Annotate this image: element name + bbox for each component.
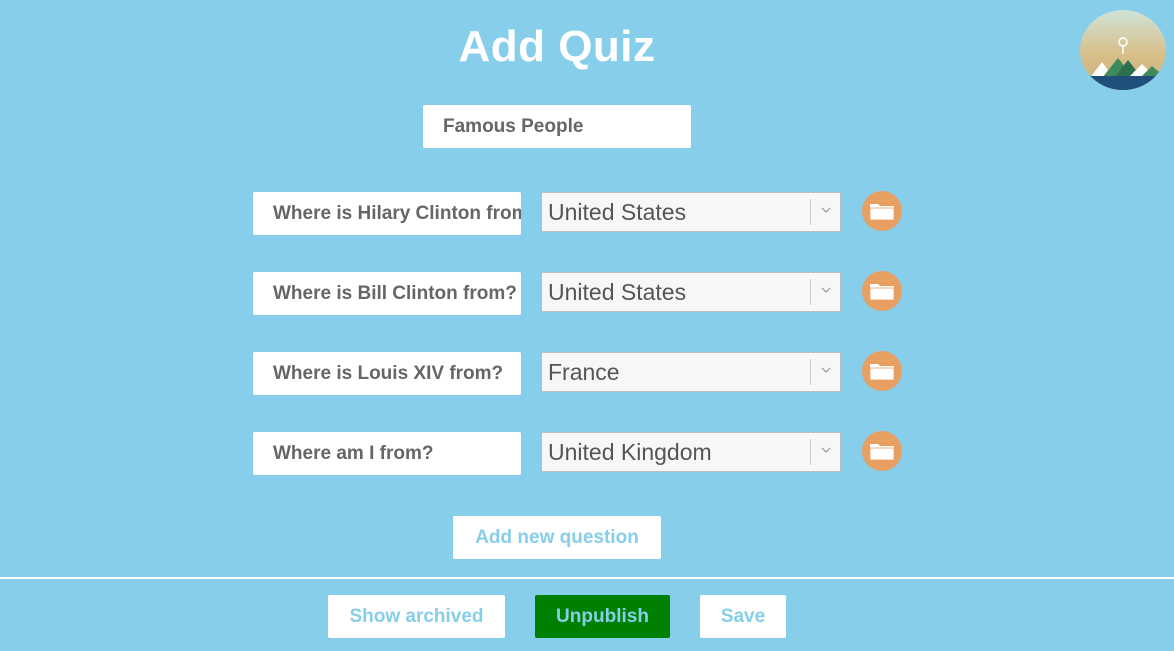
- select-separator: [810, 359, 811, 385]
- question-input[interactable]: Where am I from?: [253, 432, 521, 475]
- quiz-name-input[interactable]: Famous People: [423, 105, 691, 148]
- answer-select[interactable]: United States: [541, 272, 841, 312]
- select-separator: [810, 199, 811, 225]
- answer-select[interactable]: United Kingdom: [541, 432, 841, 472]
- answer-select-value: United States: [548, 199, 687, 225]
- question-row: Where is Hilary Clinton from? United Sta…: [253, 191, 903, 235]
- chevron-down-icon[interactable]: [821, 363, 831, 377]
- question-input[interactable]: Where is Hilary Clinton from?: [253, 192, 521, 235]
- add-question-button[interactable]: Add new question: [453, 516, 661, 559]
- select-separator: [810, 439, 811, 465]
- save-button[interactable]: Save: [700, 595, 786, 638]
- folder-button[interactable]: [862, 191, 902, 231]
- show-archived-button[interactable]: Show archived: [328, 595, 505, 638]
- chevron-down-icon[interactable]: [821, 443, 831, 457]
- question-row: Where is Louis XIV from? France: [253, 351, 903, 395]
- folder-button[interactable]: [862, 431, 902, 471]
- folder-icon: [869, 284, 895, 301]
- folder-icon: [869, 364, 895, 381]
- folder-icon: [869, 444, 895, 461]
- question-input[interactable]: Where is Louis XIV from?: [253, 352, 521, 395]
- avatar[interactable]: [1080, 10, 1166, 90]
- answer-select[interactable]: United States: [541, 192, 841, 232]
- answer-select-value: United States: [548, 279, 687, 305]
- question-input[interactable]: Where is Bill Clinton from?: [253, 272, 521, 315]
- folder-button[interactable]: [862, 351, 902, 391]
- answer-select-value: United Kingdom: [548, 439, 712, 465]
- answer-select-value: France: [548, 359, 620, 385]
- chevron-down-icon[interactable]: [821, 203, 831, 217]
- answer-select[interactable]: France: [541, 352, 841, 392]
- folder-button[interactable]: [862, 271, 902, 311]
- question-row: Where am I from? United Kingdom: [253, 431, 903, 475]
- chevron-down-icon[interactable]: [821, 283, 831, 297]
- select-separator: [810, 279, 811, 305]
- unpublish-button[interactable]: Unpublish: [535, 595, 670, 638]
- question-row: Where is Bill Clinton from? United State…: [253, 271, 903, 315]
- footer-divider: [0, 577, 1174, 579]
- page-title: Add Quiz: [458, 22, 656, 71]
- avatar-image: [1080, 10, 1166, 90]
- folder-icon: [869, 204, 895, 221]
